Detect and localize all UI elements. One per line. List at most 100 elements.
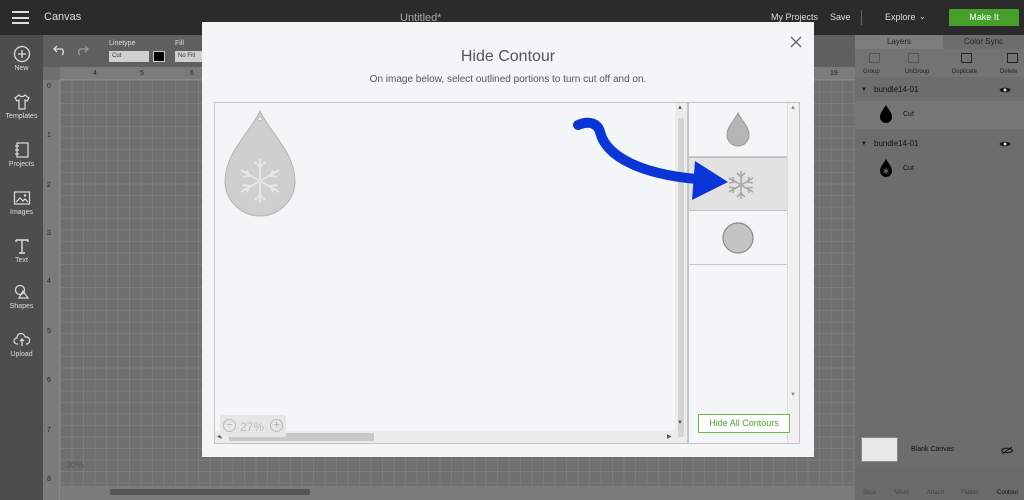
teardrop-snowflake-preview[interactable] xyxy=(221,109,299,223)
sidebar-item-shapes[interactable]: Shapes xyxy=(0,283,43,310)
sidebar-item-label: Templates xyxy=(5,113,38,120)
ruler-tick-label: 0 xyxy=(47,83,51,90)
blank-canvas-swatch[interactable] xyxy=(861,437,898,462)
group-icon[interactable] xyxy=(869,53,880,63)
plus-circle-icon xyxy=(13,45,30,63)
ruler-tick-label: 2 xyxy=(47,182,51,189)
ruler-tick-label: 8 xyxy=(47,476,51,483)
text-icon xyxy=(14,239,29,254)
fill-select[interactable]: No Fill xyxy=(175,51,203,62)
shirt-icon xyxy=(13,94,30,110)
ruler-tick-label: 7 xyxy=(47,427,51,434)
caret-down-icon[interactable]: ▼ xyxy=(861,87,867,93)
upload-cloud-icon xyxy=(12,332,30,346)
sidebar-item-upload[interactable]: Upload xyxy=(0,331,43,358)
annotation-arrow-icon xyxy=(573,117,728,200)
ruler-tick-label: 4 xyxy=(93,70,97,77)
layer-actions-bar: Slice Weld Attach Flatten Contour xyxy=(855,467,1024,500)
teardrop-thumbnail-icon xyxy=(880,105,892,123)
sidebar-item-label: Text xyxy=(15,257,28,264)
redo-icon[interactable] xyxy=(75,44,89,56)
tab-color-sync[interactable]: Color Sync xyxy=(943,35,1024,49)
ungroup-button[interactable]: UnGroup xyxy=(905,69,929,75)
undo-icon[interactable] xyxy=(53,44,67,56)
hamburger-menu-icon[interactable] xyxy=(12,11,29,24)
ruler-tick-label: 3 xyxy=(47,230,51,237)
ruler-tick-label: 4 xyxy=(47,278,51,285)
zoom-out-icon[interactable]: − xyxy=(223,419,236,432)
ruler-tick-label: 1 xyxy=(47,132,51,139)
scroll-up-arrow-icon[interactable]: ▲ xyxy=(790,105,796,111)
explore-menu[interactable]: Explore xyxy=(885,12,916,22)
fill-label: Fill xyxy=(175,40,184,47)
sidebar-item-text[interactable]: Text xyxy=(0,237,43,264)
snowflake-teardrop-thumbnail-icon xyxy=(880,159,892,177)
scroll-down-arrow-icon[interactable]: ▼ xyxy=(677,420,683,426)
preview-zoom-control: − 27% + xyxy=(220,415,286,437)
chevron-down-icon[interactable]: ⌄ xyxy=(919,12,926,21)
layer-name: bundle14-01 xyxy=(874,85,919,94)
tab-layers[interactable]: Layers xyxy=(855,35,943,49)
dialog-title: Hide Contour xyxy=(460,48,556,65)
left-sidebar: New Templates Projects Images Text Shape… xyxy=(0,35,43,500)
hide-all-contours-button[interactable]: Hide All Contours xyxy=(698,414,790,433)
ruler-tick-label: 6 xyxy=(190,70,194,77)
canvas-zoom-level[interactable]: 30% xyxy=(66,460,84,470)
my-projects-link[interactable]: My Projects xyxy=(771,12,818,22)
close-icon[interactable] xyxy=(788,34,804,50)
hide-contour-dialog: Hide Contour On image below, select outl… xyxy=(202,22,814,457)
linetype-color-swatch[interactable] xyxy=(153,51,165,62)
slice-button[interactable]: Slice xyxy=(863,490,876,496)
shapes-icon xyxy=(14,284,29,299)
save-button[interactable]: Save xyxy=(830,12,851,22)
divider xyxy=(861,10,862,25)
contour-button[interactable]: Contour xyxy=(997,490,1018,496)
contour-item-circle[interactable] xyxy=(689,211,787,265)
layers-panel: Layers Color Sync Group UnGroup Duplicat… xyxy=(855,35,1024,500)
projects-icon xyxy=(14,142,29,158)
canvas-scroll-thumb[interactable] xyxy=(110,489,310,495)
trash-icon[interactable] xyxy=(1007,53,1018,63)
duplicate-button[interactable]: Duplicate xyxy=(952,69,977,75)
ruler-tick-label: 19 xyxy=(830,70,838,77)
layer-tools-bar: Group UnGroup Duplicate Delete xyxy=(855,49,1024,77)
image-icon xyxy=(13,191,30,205)
ruler-tick-label: 5 xyxy=(140,70,144,77)
delete-button[interactable]: Delete xyxy=(1000,69,1017,75)
make-it-button[interactable]: Make It xyxy=(949,9,1019,26)
sidebar-item-images[interactable]: Images xyxy=(0,189,43,216)
circle-contour-icon xyxy=(722,222,754,254)
layer-operation: Cut xyxy=(903,165,914,172)
duplicate-icon[interactable] xyxy=(961,53,972,63)
attach-button[interactable]: Attach xyxy=(927,490,944,496)
eye-icon[interactable] xyxy=(999,140,1011,148)
sidebar-item-templates[interactable]: Templates xyxy=(0,93,43,120)
blank-canvas-label: Blank Canvas xyxy=(911,446,955,453)
weld-button[interactable]: Weld xyxy=(895,490,909,496)
app-title: Canvas xyxy=(44,11,82,23)
caret-down-icon[interactable]: ▼ xyxy=(861,141,867,147)
scroll-down-arrow-icon[interactable]: ▼ xyxy=(790,392,796,398)
sidebar-item-new[interactable]: New xyxy=(0,45,43,72)
dialog-subtitle: On image below, select outlined portions… xyxy=(369,74,647,85)
scroll-up-arrow-icon[interactable]: ▲ xyxy=(677,105,683,111)
sidebar-item-label: Upload xyxy=(10,351,33,358)
layer-item[interactable]: Cut xyxy=(855,101,1024,129)
scroll-right-arrow-icon[interactable]: ▶ xyxy=(667,433,672,440)
ruler-tick-label: 6 xyxy=(47,377,51,384)
eye-hidden-icon[interactable] xyxy=(1001,446,1013,455)
sidebar-item-projects[interactable]: Projects xyxy=(0,141,43,168)
zoom-in-icon[interactable]: + xyxy=(270,419,283,432)
ungroup-icon[interactable] xyxy=(908,53,919,63)
sidebar-item-label: Shapes xyxy=(9,303,34,310)
sidebar-item-label: Projects xyxy=(8,161,35,168)
sidebar-item-label: New xyxy=(14,65,29,72)
ruler-tick-label: 5 xyxy=(47,328,51,335)
group-button[interactable]: Group xyxy=(863,69,880,75)
eye-icon[interactable] xyxy=(999,86,1011,94)
flatten-button[interactable]: Flatten xyxy=(961,490,979,496)
preview-zoom-level: 27% xyxy=(240,420,265,434)
linetype-select[interactable]: Cut xyxy=(109,51,149,62)
layer-item[interactable]: Cut xyxy=(855,155,1024,183)
sidebar-item-label: Images xyxy=(10,209,33,216)
